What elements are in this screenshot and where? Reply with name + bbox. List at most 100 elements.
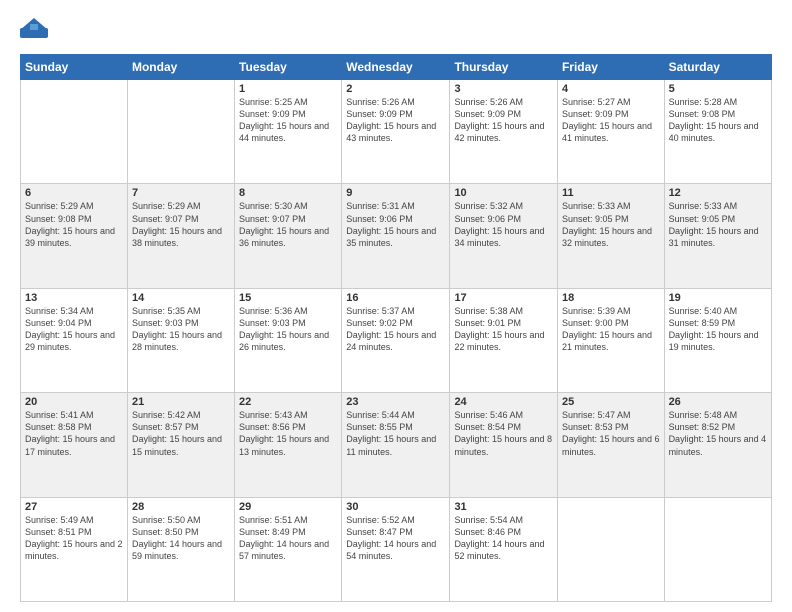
calendar-week-row: 20 Sunrise: 5:41 AMSunset: 8:58 PMDaylig… [21,393,772,497]
calendar-cell: 7 Sunrise: 5:29 AMSunset: 9:07 PMDayligh… [127,184,234,288]
logo [20,16,52,44]
day-info: Sunrise: 5:38 AMSunset: 9:01 PMDaylight:… [454,306,544,352]
calendar-cell: 30 Sunrise: 5:52 AMSunset: 8:47 PMDaylig… [342,497,450,601]
calendar-week-row: 13 Sunrise: 5:34 AMSunset: 9:04 PMDaylig… [21,288,772,392]
calendar-week-row: 6 Sunrise: 5:29 AMSunset: 9:08 PMDayligh… [21,184,772,288]
calendar-cell: 26 Sunrise: 5:48 AMSunset: 8:52 PMDaylig… [664,393,771,497]
calendar-cell: 28 Sunrise: 5:50 AMSunset: 8:50 PMDaylig… [127,497,234,601]
calendar-week-row: 27 Sunrise: 5:49 AMSunset: 8:51 PMDaylig… [21,497,772,601]
day-info: Sunrise: 5:33 AMSunset: 9:05 PMDaylight:… [562,201,652,247]
day-number: 30 [346,501,445,513]
day-info: Sunrise: 5:51 AMSunset: 8:49 PMDaylight:… [239,515,329,561]
day-info: Sunrise: 5:50 AMSunset: 8:50 PMDaylight:… [132,515,222,561]
calendar-cell: 17 Sunrise: 5:38 AMSunset: 9:01 PMDaylig… [450,288,558,392]
day-info: Sunrise: 5:27 AMSunset: 9:09 PMDaylight:… [562,97,652,143]
logo-icon [20,16,48,44]
day-info: Sunrise: 5:28 AMSunset: 9:08 PMDaylight:… [669,97,759,143]
day-number: 20 [25,396,123,408]
day-info: Sunrise: 5:46 AMSunset: 8:54 PMDaylight:… [454,410,552,456]
day-number: 6 [25,187,123,199]
calendar-cell: 19 Sunrise: 5:40 AMSunset: 8:59 PMDaylig… [664,288,771,392]
calendar-cell: 12 Sunrise: 5:33 AMSunset: 9:05 PMDaylig… [664,184,771,288]
calendar-cell: 9 Sunrise: 5:31 AMSunset: 9:06 PMDayligh… [342,184,450,288]
day-info: Sunrise: 5:47 AMSunset: 8:53 PMDaylight:… [562,410,660,456]
day-number: 2 [346,83,445,95]
day-number: 7 [132,187,230,199]
day-info: Sunrise: 5:48 AMSunset: 8:52 PMDaylight:… [669,410,767,456]
day-number: 31 [454,501,553,513]
day-info: Sunrise: 5:34 AMSunset: 9:04 PMDaylight:… [25,306,115,352]
calendar-cell: 31 Sunrise: 5:54 AMSunset: 8:46 PMDaylig… [450,497,558,601]
day-info: Sunrise: 5:31 AMSunset: 9:06 PMDaylight:… [346,201,436,247]
day-info: Sunrise: 5:39 AMSunset: 9:00 PMDaylight:… [562,306,652,352]
calendar-cell: 22 Sunrise: 5:43 AMSunset: 8:56 PMDaylig… [235,393,342,497]
weekday-header: Sunday [21,55,128,80]
calendar-cell: 8 Sunrise: 5:30 AMSunset: 9:07 PMDayligh… [235,184,342,288]
calendar-cell: 4 Sunrise: 5:27 AMSunset: 9:09 PMDayligh… [557,80,664,184]
day-info: Sunrise: 5:26 AMSunset: 9:09 PMDaylight:… [454,97,544,143]
day-number: 9 [346,187,445,199]
day-number: 3 [454,83,553,95]
calendar-week-row: 1 Sunrise: 5:25 AMSunset: 9:09 PMDayligh… [21,80,772,184]
day-info: Sunrise: 5:29 AMSunset: 9:08 PMDaylight:… [25,201,115,247]
day-number: 24 [454,396,553,408]
calendar-cell: 5 Sunrise: 5:28 AMSunset: 9:08 PMDayligh… [664,80,771,184]
weekday-header: Monday [127,55,234,80]
day-number: 18 [562,292,660,304]
calendar-cell: 24 Sunrise: 5:46 AMSunset: 8:54 PMDaylig… [450,393,558,497]
calendar-cell: 3 Sunrise: 5:26 AMSunset: 9:09 PMDayligh… [450,80,558,184]
day-info: Sunrise: 5:37 AMSunset: 9:02 PMDaylight:… [346,306,436,352]
day-info: Sunrise: 5:25 AMSunset: 9:09 PMDaylight:… [239,97,329,143]
day-info: Sunrise: 5:33 AMSunset: 9:05 PMDaylight:… [669,201,759,247]
day-info: Sunrise: 5:42 AMSunset: 8:57 PMDaylight:… [132,410,222,456]
calendar-cell: 13 Sunrise: 5:34 AMSunset: 9:04 PMDaylig… [21,288,128,392]
day-info: Sunrise: 5:49 AMSunset: 8:51 PMDaylight:… [25,515,123,561]
day-number: 1 [239,83,337,95]
calendar-cell: 15 Sunrise: 5:36 AMSunset: 9:03 PMDaylig… [235,288,342,392]
calendar-cell [127,80,234,184]
calendar-cell: 16 Sunrise: 5:37 AMSunset: 9:02 PMDaylig… [342,288,450,392]
calendar-page: SundayMondayTuesdayWednesdayThursdayFrid… [0,0,792,612]
weekday-header: Friday [557,55,664,80]
calendar-cell: 21 Sunrise: 5:42 AMSunset: 8:57 PMDaylig… [127,393,234,497]
weekday-header: Wednesday [342,55,450,80]
day-number: 8 [239,187,337,199]
day-number: 15 [239,292,337,304]
calendar-cell: 6 Sunrise: 5:29 AMSunset: 9:08 PMDayligh… [21,184,128,288]
calendar-cell: 14 Sunrise: 5:35 AMSunset: 9:03 PMDaylig… [127,288,234,392]
calendar-cell: 27 Sunrise: 5:49 AMSunset: 8:51 PMDaylig… [21,497,128,601]
day-info: Sunrise: 5:36 AMSunset: 9:03 PMDaylight:… [239,306,329,352]
header [20,16,772,44]
day-info: Sunrise: 5:30 AMSunset: 9:07 PMDaylight:… [239,201,329,247]
calendar-table: SundayMondayTuesdayWednesdayThursdayFrid… [20,54,772,602]
day-number: 29 [239,501,337,513]
day-info: Sunrise: 5:52 AMSunset: 8:47 PMDaylight:… [346,515,436,561]
day-number: 22 [239,396,337,408]
day-info: Sunrise: 5:54 AMSunset: 8:46 PMDaylight:… [454,515,544,561]
weekday-header: Saturday [664,55,771,80]
calendar-cell [21,80,128,184]
weekday-header-row: SundayMondayTuesdayWednesdayThursdayFrid… [21,55,772,80]
calendar-cell: 20 Sunrise: 5:41 AMSunset: 8:58 PMDaylig… [21,393,128,497]
weekday-header: Thursday [450,55,558,80]
calendar-cell: 25 Sunrise: 5:47 AMSunset: 8:53 PMDaylig… [557,393,664,497]
day-info: Sunrise: 5:41 AMSunset: 8:58 PMDaylight:… [25,410,115,456]
calendar-cell: 23 Sunrise: 5:44 AMSunset: 8:55 PMDaylig… [342,393,450,497]
day-number: 5 [669,83,767,95]
calendar-cell: 1 Sunrise: 5:25 AMSunset: 9:09 PMDayligh… [235,80,342,184]
day-number: 14 [132,292,230,304]
calendar-cell [664,497,771,601]
day-number: 26 [669,396,767,408]
day-number: 13 [25,292,123,304]
calendar-cell [557,497,664,601]
day-number: 11 [562,187,660,199]
day-info: Sunrise: 5:40 AMSunset: 8:59 PMDaylight:… [669,306,759,352]
day-number: 10 [454,187,553,199]
day-number: 21 [132,396,230,408]
day-number: 19 [669,292,767,304]
day-number: 17 [454,292,553,304]
day-number: 4 [562,83,660,95]
day-number: 25 [562,396,660,408]
calendar-cell: 10 Sunrise: 5:32 AMSunset: 9:06 PMDaylig… [450,184,558,288]
day-info: Sunrise: 5:32 AMSunset: 9:06 PMDaylight:… [454,201,544,247]
